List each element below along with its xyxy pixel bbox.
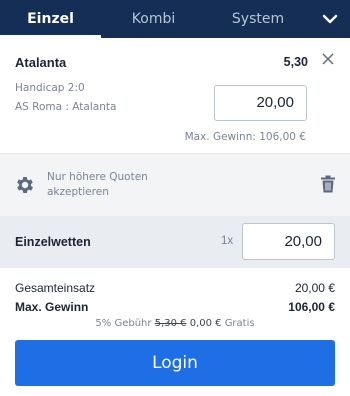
tab-kombi[interactable]: Kombi [101, 0, 206, 38]
accept-higher-odds-label[interactable]: Nur höhere Quoten akzeptieren [47, 170, 167, 200]
fee-info: 5% Gebühr 5,30 € 0,00 € Gratis [0, 318, 350, 329]
fee-new: 0,00 € [189, 318, 222, 329]
single-bets-row: Einzelwetten 1x 20,00 [0, 216, 350, 268]
chevron-down-icon [322, 14, 338, 24]
max-win-label: Max. Gewinn [15, 300, 89, 314]
selection-market: Handicap 2:0 [15, 82, 85, 94]
stake-input[interactable]: 20,00 [214, 85, 307, 121]
tab-system[interactable]: System [206, 0, 310, 38]
max-win-row: Max. Gewinn 106,00 € [15, 300, 335, 314]
selection-odds: 5,30 [283, 55, 308, 69]
fee-suffix: Gratis [224, 318, 255, 329]
tab-einzel[interactable]: Einzel [0, 0, 101, 38]
max-win-value: 106,00 € [288, 300, 335, 314]
selection-max-win: Max. Gewinn: 106,00 € [184, 131, 306, 143]
trash-icon[interactable] [320, 175, 336, 193]
single-bets-label: Einzelwetten [15, 235, 91, 249]
collapse-button[interactable] [310, 0, 350, 38]
gear-icon[interactable] [14, 174, 36, 196]
single-bets-multiplier: 1x [221, 235, 234, 247]
single-stake-input[interactable]: 20,00 [242, 223, 335, 260]
fee-old: 5,30 € [154, 318, 187, 329]
bet-type-tabs: Einzel Kombi System [0, 0, 350, 38]
total-stake-row: Gesamteinsatz 20,00 € [15, 281, 335, 295]
selection-team: Atalanta [15, 55, 67, 70]
bet-summary: Gesamteinsatz 20,00 € Max. Gewinn 106,00… [0, 268, 350, 396]
fee-prefix: 5% Gebühr [95, 318, 152, 329]
selection-match: AS Roma : Atalanta [15, 101, 117, 113]
total-stake-value: 20,00 € [294, 281, 335, 295]
bet-selection-card: Atalanta 5,30 Handicap 2:0 AS Roma : Ata… [0, 38, 350, 153]
odds-settings-row: Nur höhere Quoten akzeptieren [0, 153, 350, 216]
login-button[interactable]: Login [15, 340, 335, 386]
total-stake-label: Gesamteinsatz [15, 281, 96, 295]
close-icon[interactable] [320, 51, 336, 67]
